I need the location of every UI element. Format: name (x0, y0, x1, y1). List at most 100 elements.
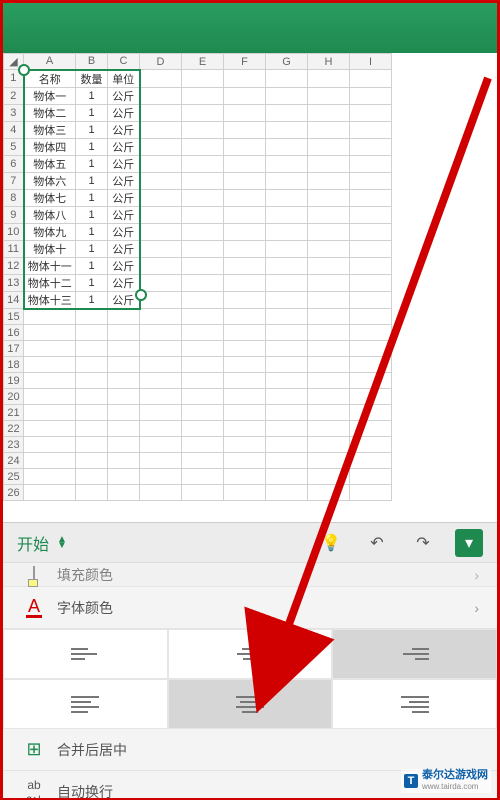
cell[interactable] (140, 325, 182, 341)
cell[interactable] (108, 309, 140, 325)
cell[interactable] (224, 104, 266, 121)
cell[interactable] (182, 291, 224, 309)
cell[interactable] (308, 87, 350, 104)
cell[interactable] (182, 87, 224, 104)
cell[interactable] (266, 189, 308, 206)
cell[interactable] (308, 309, 350, 325)
cell[interactable] (24, 437, 76, 453)
cell[interactable] (182, 223, 224, 240)
selection-handle-top-left[interactable] (18, 64, 30, 76)
cell[interactable] (308, 405, 350, 421)
cell[interactable] (182, 70, 224, 88)
merge-center-row[interactable]: ⊞ 合并后居中 (3, 729, 497, 771)
cell[interactable] (350, 405, 392, 421)
col-header-G[interactable]: G (266, 54, 308, 70)
cell[interactable] (224, 469, 266, 485)
row-header[interactable]: 12 (4, 257, 24, 274)
cell[interactable]: 物体十 (24, 240, 76, 257)
redo-icon[interactable]: ↷ (409, 529, 437, 557)
cell[interactable] (76, 453, 108, 469)
cell[interactable] (350, 138, 392, 155)
cell[interactable] (308, 155, 350, 172)
cell[interactable] (24, 389, 76, 405)
cell[interactable] (224, 453, 266, 469)
cell[interactable] (350, 373, 392, 389)
cell[interactable] (224, 138, 266, 155)
cell[interactable] (308, 189, 350, 206)
cell[interactable] (140, 70, 182, 88)
cell[interactable] (224, 206, 266, 223)
cell[interactable] (224, 405, 266, 421)
cell[interactable]: 数量 (76, 70, 108, 88)
cell[interactable] (350, 121, 392, 138)
cell[interactable] (266, 437, 308, 453)
cell[interactable] (140, 121, 182, 138)
cell[interactable] (182, 373, 224, 389)
row-header[interactable]: 16 (4, 325, 24, 341)
cell[interactable] (24, 357, 76, 373)
row-header[interactable]: 17 (4, 341, 24, 357)
cell[interactable] (140, 155, 182, 172)
row-header[interactable]: 25 (4, 469, 24, 485)
align-middle-right[interactable] (332, 679, 497, 729)
cell[interactable]: 1 (76, 291, 108, 309)
cell[interactable] (266, 257, 308, 274)
row-header[interactable]: 23 (4, 437, 24, 453)
align-middle-center[interactable] (168, 679, 333, 729)
cell[interactable] (24, 341, 76, 357)
cell[interactable] (182, 138, 224, 155)
ribbon-tab-home[interactable]: 开始 (17, 531, 49, 555)
cell[interactable] (350, 291, 392, 309)
cell[interactable]: 公斤 (108, 274, 140, 291)
cell[interactable] (266, 274, 308, 291)
cell[interactable] (140, 405, 182, 421)
col-header-D[interactable]: D (140, 54, 182, 70)
cell[interactable]: 公斤 (108, 87, 140, 104)
cell[interactable] (108, 421, 140, 437)
cell[interactable] (108, 357, 140, 373)
cell[interactable] (140, 373, 182, 389)
cell[interactable] (350, 357, 392, 373)
row-header[interactable]: 19 (4, 373, 24, 389)
cell[interactable] (266, 325, 308, 341)
cell[interactable]: 公斤 (108, 240, 140, 257)
cell[interactable] (224, 172, 266, 189)
cell[interactable]: 公斤 (108, 172, 140, 189)
cell[interactable] (182, 437, 224, 453)
row-header[interactable]: 7 (4, 172, 24, 189)
cell[interactable] (266, 87, 308, 104)
spreadsheet-area[interactable]: ◢ A B C D E F G H I 1名称数量单位2物体一1公斤3物体二1公… (3, 53, 497, 513)
row-header[interactable]: 3 (4, 104, 24, 121)
cell[interactable] (108, 389, 140, 405)
cell[interactable] (308, 421, 350, 437)
cell[interactable] (266, 206, 308, 223)
cell[interactable] (224, 373, 266, 389)
cell[interactable] (108, 437, 140, 453)
cell[interactable] (350, 421, 392, 437)
cell[interactable] (350, 309, 392, 325)
cell[interactable] (182, 240, 224, 257)
cell[interactable] (24, 453, 76, 469)
cell[interactable]: 公斤 (108, 121, 140, 138)
cell[interactable]: 物体七 (24, 189, 76, 206)
collapse-ribbon-icon[interactable]: ▾ (455, 529, 483, 557)
cell[interactable]: 物体一 (24, 87, 76, 104)
cell[interactable] (140, 104, 182, 121)
cell[interactable] (182, 469, 224, 485)
cell[interactable] (182, 172, 224, 189)
row-header[interactable]: 18 (4, 357, 24, 373)
cell[interactable]: 公斤 (108, 189, 140, 206)
cell[interactable]: 1 (76, 155, 108, 172)
row-header[interactable]: 9 (4, 206, 24, 223)
undo-icon[interactable]: ↶ (363, 529, 391, 557)
cell[interactable] (24, 405, 76, 421)
cell[interactable]: 1 (76, 121, 108, 138)
grid[interactable]: ◢ A B C D E F G H I 1名称数量单位2物体一1公斤3物体二1公… (3, 53, 392, 501)
font-color-row[interactable]: A 字体颜色 › (3, 587, 497, 629)
cell[interactable]: 1 (76, 223, 108, 240)
cell[interactable] (350, 206, 392, 223)
cell[interactable] (140, 389, 182, 405)
cell[interactable]: 公斤 (108, 223, 140, 240)
col-header-I[interactable]: I (350, 54, 392, 70)
cell[interactable] (182, 325, 224, 341)
